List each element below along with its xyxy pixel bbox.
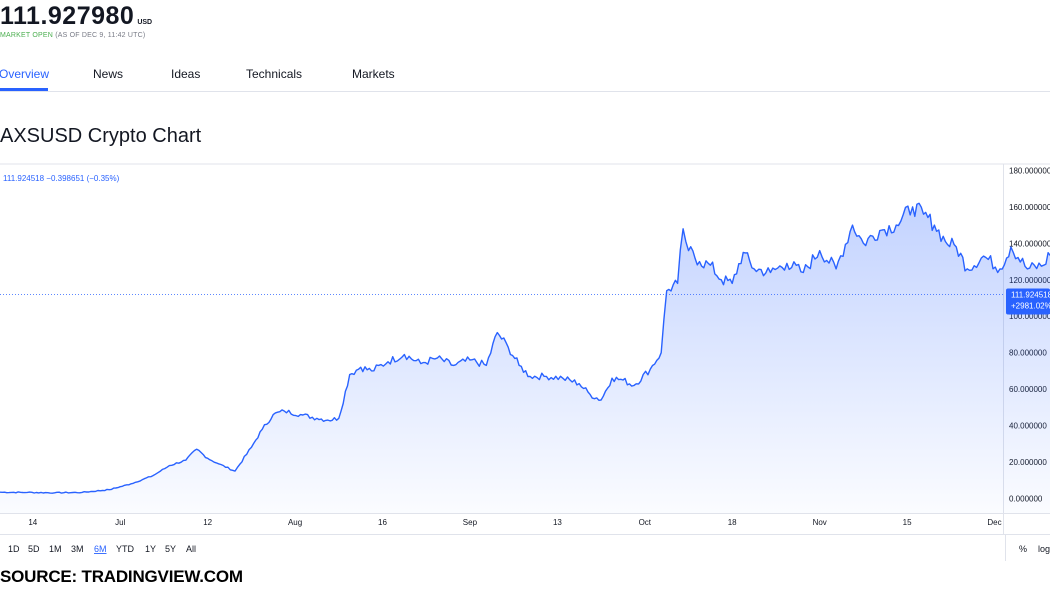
x-tick-label: 16 xyxy=(378,518,387,527)
range-6m[interactable]: 6M xyxy=(94,544,107,554)
range-5y[interactable]: 5Y xyxy=(165,544,176,554)
range-3m[interactable]: 3M xyxy=(71,544,84,554)
x-tick-label: Dec xyxy=(987,518,1001,527)
x-tick-label: Sep xyxy=(463,518,478,527)
x-tick-label: Nov xyxy=(813,518,827,527)
series-area xyxy=(0,203,1050,513)
last-price-tag: 111.924518 +2981.02% xyxy=(1006,288,1050,315)
range-1y[interactable]: 1Y xyxy=(145,544,156,554)
y-tick-label: 140.000000 xyxy=(1009,239,1050,248)
x-axis: 14 Jul 12 Aug 16 Sep 13 Oct 18 Nov 15 Dec xyxy=(28,518,1001,527)
range-all[interactable]: All xyxy=(186,544,196,554)
y-tick-label: 180.000000 xyxy=(1009,167,1050,176)
x-tick-label: 12 xyxy=(203,518,212,527)
range-1d[interactable]: 1D xyxy=(8,544,20,554)
currency-label: USD xyxy=(137,19,153,26)
as-of-time: (AS OF DEC 9, 11:42 UTC) xyxy=(55,32,146,39)
current-price: 111.927980 xyxy=(0,2,135,30)
x-tick-label: Jul xyxy=(115,518,125,527)
last-price-change: +2981.02% xyxy=(1011,302,1050,311)
source-credit: SOURCE: TRADINGVIEW.COM xyxy=(0,567,243,586)
x-tick-label: 18 xyxy=(728,518,737,527)
tab-ideas[interactable]: Ideas xyxy=(171,67,200,81)
price-chart[interactable]: 14Jul12Aug16Sep13Oct18Nov15Dec 0.0000002… xyxy=(0,163,1050,561)
price-header: 111.927980 USD xyxy=(0,2,152,31)
x-tick-label: Aug xyxy=(288,518,302,527)
x-tick-label: 15 xyxy=(903,518,912,527)
y-tick-label: 160.000000 xyxy=(1009,203,1050,212)
chart-title: AXSUSD Crypto Chart xyxy=(0,125,202,147)
x-tick-label: 13 xyxy=(553,518,562,527)
range-selector: 1D 5D 1M 3M 6M YTD 1Y 5Y All xyxy=(8,544,196,554)
percent-scale-toggle[interactable]: % xyxy=(1019,544,1027,554)
range-ytd[interactable]: YTD xyxy=(116,544,135,554)
x-tick-label: Oct xyxy=(639,518,652,527)
x-tick-label: 14 xyxy=(28,518,37,527)
market-open-label: MARKET OPEN xyxy=(0,32,54,39)
range-5d[interactable]: 5D xyxy=(28,544,40,554)
tab-overview[interactable]: Overview xyxy=(0,67,49,81)
active-tab-indicator xyxy=(0,88,48,91)
legend-values: 111.924518 −0.398651 (−0.35%) xyxy=(3,174,120,183)
market-status: MARKET OPEN (AS OF DEC 9, 11:42 UTC) xyxy=(0,32,145,39)
tab-bar: Overview News Ideas Technicals Markets xyxy=(0,60,1050,92)
chart-canvas[interactable]: 14Jul12Aug16Sep13Oct18Nov15Dec 0.0000002… xyxy=(0,163,1050,561)
range-1m[interactable]: 1M xyxy=(49,544,62,554)
tab-technicals[interactable]: Technicals xyxy=(246,67,302,81)
tab-news[interactable]: News xyxy=(93,67,123,81)
last-price-value: 111.924518 xyxy=(1011,291,1050,300)
log-scale-toggle[interactable]: log xyxy=(1038,544,1050,554)
tab-markets[interactable]: Markets xyxy=(352,67,395,81)
